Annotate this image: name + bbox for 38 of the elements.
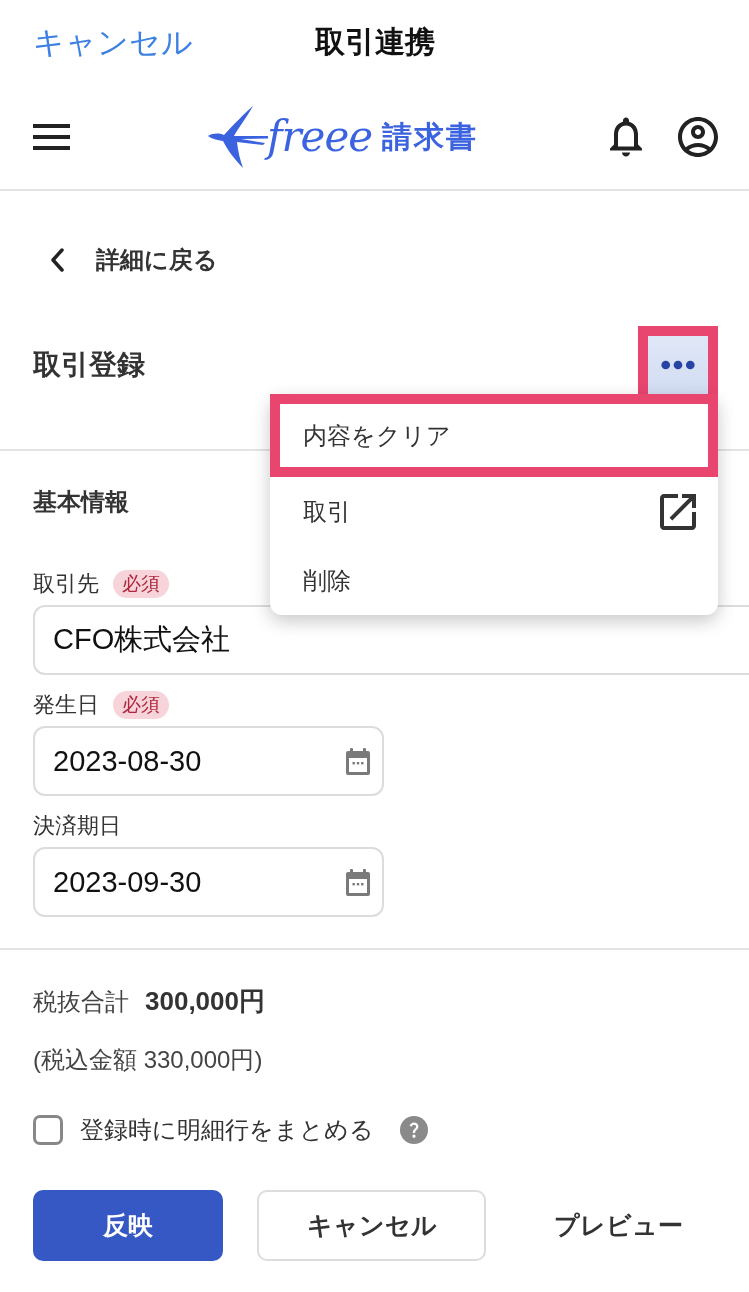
required-badge: 必須 — [113, 570, 169, 598]
section-title: 基本情報 — [33, 487, 129, 517]
menu-item-label: 内容をクリア — [303, 420, 451, 451]
apply-button[interactable]: 反映 — [33, 1190, 223, 1261]
cancel-button[interactable]: キャンセル — [256, 1190, 487, 1261]
date-value: 2023-09-30 — [53, 865, 202, 899]
external-link-icon — [660, 493, 696, 530]
menu-item-label: 取引 — [303, 496, 351, 527]
checkbox[interactable] — [33, 1115, 63, 1145]
subtotal-label: 税抜合計 — [33, 987, 129, 1017]
required-badge: 必須 — [113, 691, 169, 719]
field-label: 取引先 — [33, 570, 99, 598]
menu-item[interactable]: 取引 — [270, 477, 718, 546]
subtotal-amount: 300,000円 — [145, 985, 265, 1018]
text-input-field[interactable]: CFO株式会社 — [33, 605, 749, 675]
date-input-field[interactable]: 2023-08-30 — [33, 726, 384, 796]
menu-item-label: 削除 — [303, 565, 351, 596]
checkbox-label[interactable]: 登録時に明細行をまとめる — [80, 1114, 374, 1146]
account-icon[interactable] — [678, 117, 718, 157]
field-label: 発生日 — [33, 691, 99, 719]
calendar-icon[interactable] — [346, 868, 370, 896]
chevron-left-icon[interactable] — [50, 248, 64, 272]
menu-icon[interactable] — [33, 124, 70, 150]
date-input-field[interactable]: 2023-09-30 — [33, 847, 384, 917]
calendar-icon[interactable] — [346, 747, 370, 775]
back-link[interactable]: 詳細に戻る — [96, 244, 218, 276]
more-dots-icon — [661, 360, 695, 370]
tax-included-amount: (税込金額 330,000円) — [33, 1045, 263, 1075]
date-value: 2023-08-30 — [53, 744, 202, 778]
page-title: 取引登録 — [33, 348, 145, 382]
cancel-link[interactable]: キャンセル — [33, 21, 193, 64]
logo-product-name: 請求書 — [382, 118, 479, 155]
menu-item[interactable]: 内容をクリア — [270, 394, 718, 477]
field-label: 決済期日 — [33, 812, 121, 840]
help-icon[interactable] — [400, 1116, 428, 1144]
preview-button[interactable]: プレビュー — [520, 1190, 716, 1261]
screen-title: 取引連携 — [314, 24, 435, 60]
notification-bell-icon[interactable] — [610, 117, 642, 157]
